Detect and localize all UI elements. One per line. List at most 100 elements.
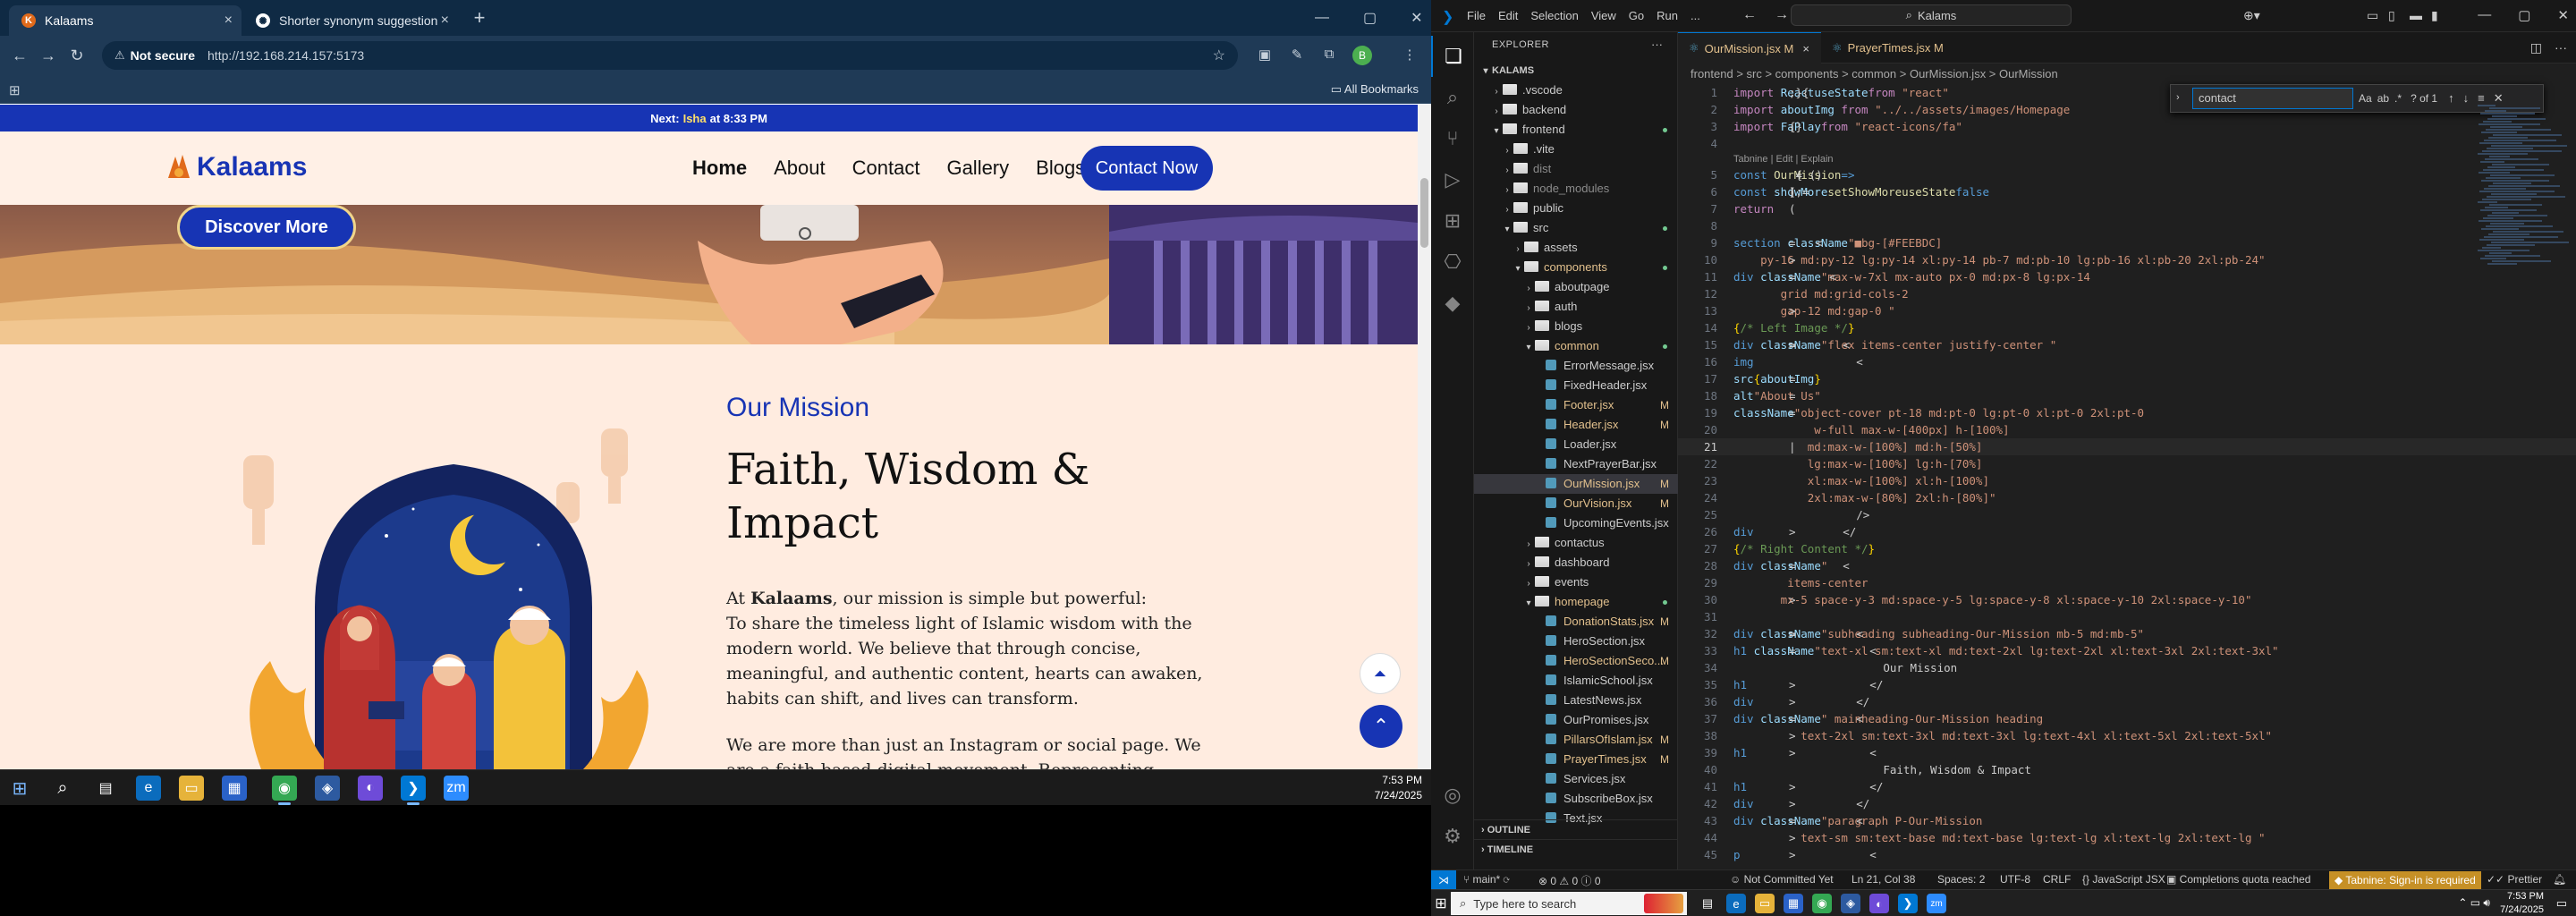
indentation[interactable]: Spaces: 2 (1937, 873, 1985, 886)
code-line[interactable]: 21 md:max-w-[100%] md:h-[50%] | (1678, 438, 2576, 455)
security-label[interactable]: Not secure (131, 48, 195, 63)
code-line[interactable]: 45 < p > (1678, 846, 2576, 863)
vscode-icon[interactable]: ❯ (401, 776, 426, 805)
close-window-icon[interactable]: ✕ (2557, 7, 2569, 23)
tree-item[interactable]: › events (1474, 572, 1678, 592)
more-actions-icon[interactable]: ··· (2555, 40, 2567, 55)
menu-kebab-icon[interactable]: ⋮ (1401, 47, 1419, 64)
code-line[interactable]: 4 (1678, 135, 2576, 152)
code-line[interactable]: 27 {/* Right Content */} (1678, 540, 2576, 557)
clock-right[interactable]: 7:53 PM 7/24/2025 (2500, 890, 2544, 916)
code-line[interactable]: 24 2xl:max-w-[80%] 2xl:h-[80%]" (1678, 489, 2576, 506)
code-line[interactable]: 15 < div className = "flex items-center jus… (1678, 336, 2576, 353)
menu-view[interactable]: View (1591, 9, 1616, 22)
code-line[interactable]: 20 w-full max-w-[400px] h-[100%] (1678, 421, 2576, 438)
code-line[interactable]: 30 mx-5 space-y-3 md:space-y-5 lg:space-… (1678, 591, 2576, 608)
tree-item[interactable]: LatestNews.jsx (1474, 691, 1678, 710)
pen-icon[interactable]: ✎ (1288, 47, 1306, 64)
editor-tab-prayertimes[interactable]: ⚛ PrayerTimes.jsx M (1821, 32, 1955, 64)
completions-quota[interactable]: ▣ Completions quota reached (2166, 873, 2310, 886)
code-line[interactable]: 33 < h1 className = "text-xl sm:text-xl md:… (1678, 642, 2576, 659)
source-control-icon[interactable]: ⑂ (1431, 118, 1474, 159)
extension-icon[interactable]: ▣ (1256, 47, 1274, 64)
page-scrollbar[interactable] (1418, 105, 1431, 769)
code-line[interactable]: 18 alt = "About Us" (1678, 387, 2576, 404)
menu-go[interactable]: Go (1629, 9, 1644, 22)
explorer-icon[interactable]: ❏ (1431, 36, 1474, 77)
extensions-icon[interactable]: ⊞ (1431, 200, 1474, 242)
find-input[interactable]: contact (2192, 88, 2353, 109)
tree-item[interactable]: › dashboard (1474, 553, 1678, 572)
tree-item[interactable]: SubscribeBox.jsx (1474, 789, 1678, 809)
line-ending[interactable]: CRLF (2043, 873, 2071, 886)
code-line[interactable]: 41 </ h1 > (1678, 778, 2576, 795)
tab-synonym[interactable]: ✺ Shorter synonym suggestion × (243, 5, 458, 36)
code-line[interactable]: 22 lg:max-w-[100%] lg:h-[70%] (1678, 455, 2576, 472)
tree-item[interactable]: › public (1474, 199, 1678, 218)
code-line[interactable]: 11 < div className = "max-w-7xl mx-auto px-… (1678, 268, 2576, 285)
nav-contact[interactable]: Contact (852, 157, 920, 180)
url-text[interactable]: http://192.168.214.157:5173 (208, 48, 364, 63)
timeline-section[interactable]: › TIMELINE (1474, 839, 1678, 859)
notification-center-icon[interactable]: ▭ (2556, 896, 2567, 911)
toggle-secondary-icon[interactable]: ▮ (2431, 8, 2438, 23)
code-line[interactable]: 16 < img (1678, 353, 2576, 370)
remote-icon[interactable]: ⋊ (1431, 870, 1456, 890)
split-editor-icon[interactable]: ◫ (2530, 40, 2542, 55)
chrome-icon[interactable]: ◉ (1812, 894, 1832, 913)
reload-icon[interactable]: ↻ (63, 41, 91, 70)
close-icon[interactable]: × (441, 13, 449, 29)
clock-left[interactable]: 7:53 PM 7/24/2025 (1375, 773, 1422, 803)
puzzle-icon[interactable]: ⧉ (1320, 47, 1338, 64)
nav-back-icon[interactable]: ← (1742, 7, 1757, 23)
encoding[interactable]: UTF-8 (2000, 873, 2030, 886)
code-line[interactable]: 13 gap-12 md:gap-0 " > (1678, 302, 2576, 319)
tree-item[interactable]: FixedHeader.jsx (1474, 376, 1678, 395)
tree-item[interactable]: OurPromises.jsx (1474, 710, 1678, 730)
tree-item[interactable]: ▾ frontend (1474, 120, 1678, 140)
next-match-icon[interactable]: ↓ (2463, 91, 2470, 106)
forward-icon[interactable]: → (34, 41, 63, 70)
all-bookmarks[interactable]: ▭ All Bookmarks (1331, 82, 1419, 97)
contact-now-button[interactable]: Contact Now (1080, 146, 1213, 191)
tree-item[interactable]: NextPrayerBar.jsx (1474, 454, 1678, 474)
file-explorer-icon[interactable]: ▭ (179, 776, 204, 801)
chrome-icon[interactable]: ◉ (272, 776, 297, 805)
close-window-icon[interactable]: ✕ (1411, 9, 1422, 27)
code-line[interactable]: 3 import { FaPlay } from "react-icons/fa"… (1678, 118, 2576, 135)
code-line[interactable]: 43 < div className = "paragraph P-Our-Missi… (1678, 812, 2576, 829)
code-line[interactable]: 6 const [showMore, setShowMore] = useSta… (1678, 183, 2576, 200)
zoom-icon[interactable]: zm (444, 776, 469, 801)
chevron-up-icon[interactable]: ⌃ (1360, 705, 1402, 748)
vscode-icon[interactable]: ❯ (1898, 894, 1918, 913)
tray-icons[interactable]: ⌃ ▭ 🔊︎ (2458, 896, 2490, 910)
code-line[interactable]: 7 return ( (1678, 200, 2576, 217)
scroll-thumb[interactable] (1420, 178, 1428, 248)
code-line[interactable]: 26 </ div > (1678, 523, 2576, 540)
search-icon[interactable]: ⌕ (1431, 77, 1474, 118)
codelens[interactable]: Tabnine | Edit | Explain (1678, 152, 2576, 166)
tree-item[interactable]: Header.jsx M (1474, 415, 1678, 435)
tree-item[interactable]: ▾ homepage (1474, 592, 1678, 612)
remote-explorer-icon[interactable]: ⎔ (1431, 242, 1474, 283)
code-line[interactable]: 36 </ div > (1678, 693, 2576, 710)
tree-item[interactable]: UpcomingEvents.jsx (1474, 513, 1678, 533)
back-icon[interactable]: ← (5, 41, 34, 70)
settings-gear-icon[interactable]: ⚙ (1431, 816, 1474, 857)
close-icon[interactable]: × (1802, 42, 1809, 55)
tree-item[interactable]: › blogs (1474, 317, 1678, 336)
code-line[interactable]: 32 < div className = "subheading subheading… (1678, 625, 2576, 642)
minimize-icon[interactable]: — (1315, 10, 1329, 26)
task-view-icon[interactable]: ▤ (1698, 894, 1717, 913)
code-line[interactable]: 9 < section className = "■bg-[#FEEBDC] (1678, 234, 2576, 251)
tree-item[interactable]: DonationStats.jsx M (1474, 612, 1678, 632)
discover-more-button[interactable]: Discover More (177, 205, 356, 250)
tab-kalaams[interactable]: K Kalaams × (9, 5, 242, 36)
tree-item[interactable]: PillarsOfIslam.jsx M (1474, 730, 1678, 750)
prettier-status[interactable]: ✓✓ Prettier (2487, 873, 2542, 886)
nav-gallery[interactable]: Gallery (946, 157, 1009, 180)
menu-edit[interactable]: Edit (1498, 9, 1518, 22)
task-view-icon[interactable]: ▤ (93, 776, 118, 801)
search-icon[interactable]: ⌕ (50, 776, 75, 801)
app-icon[interactable]: ◈ (315, 776, 340, 801)
